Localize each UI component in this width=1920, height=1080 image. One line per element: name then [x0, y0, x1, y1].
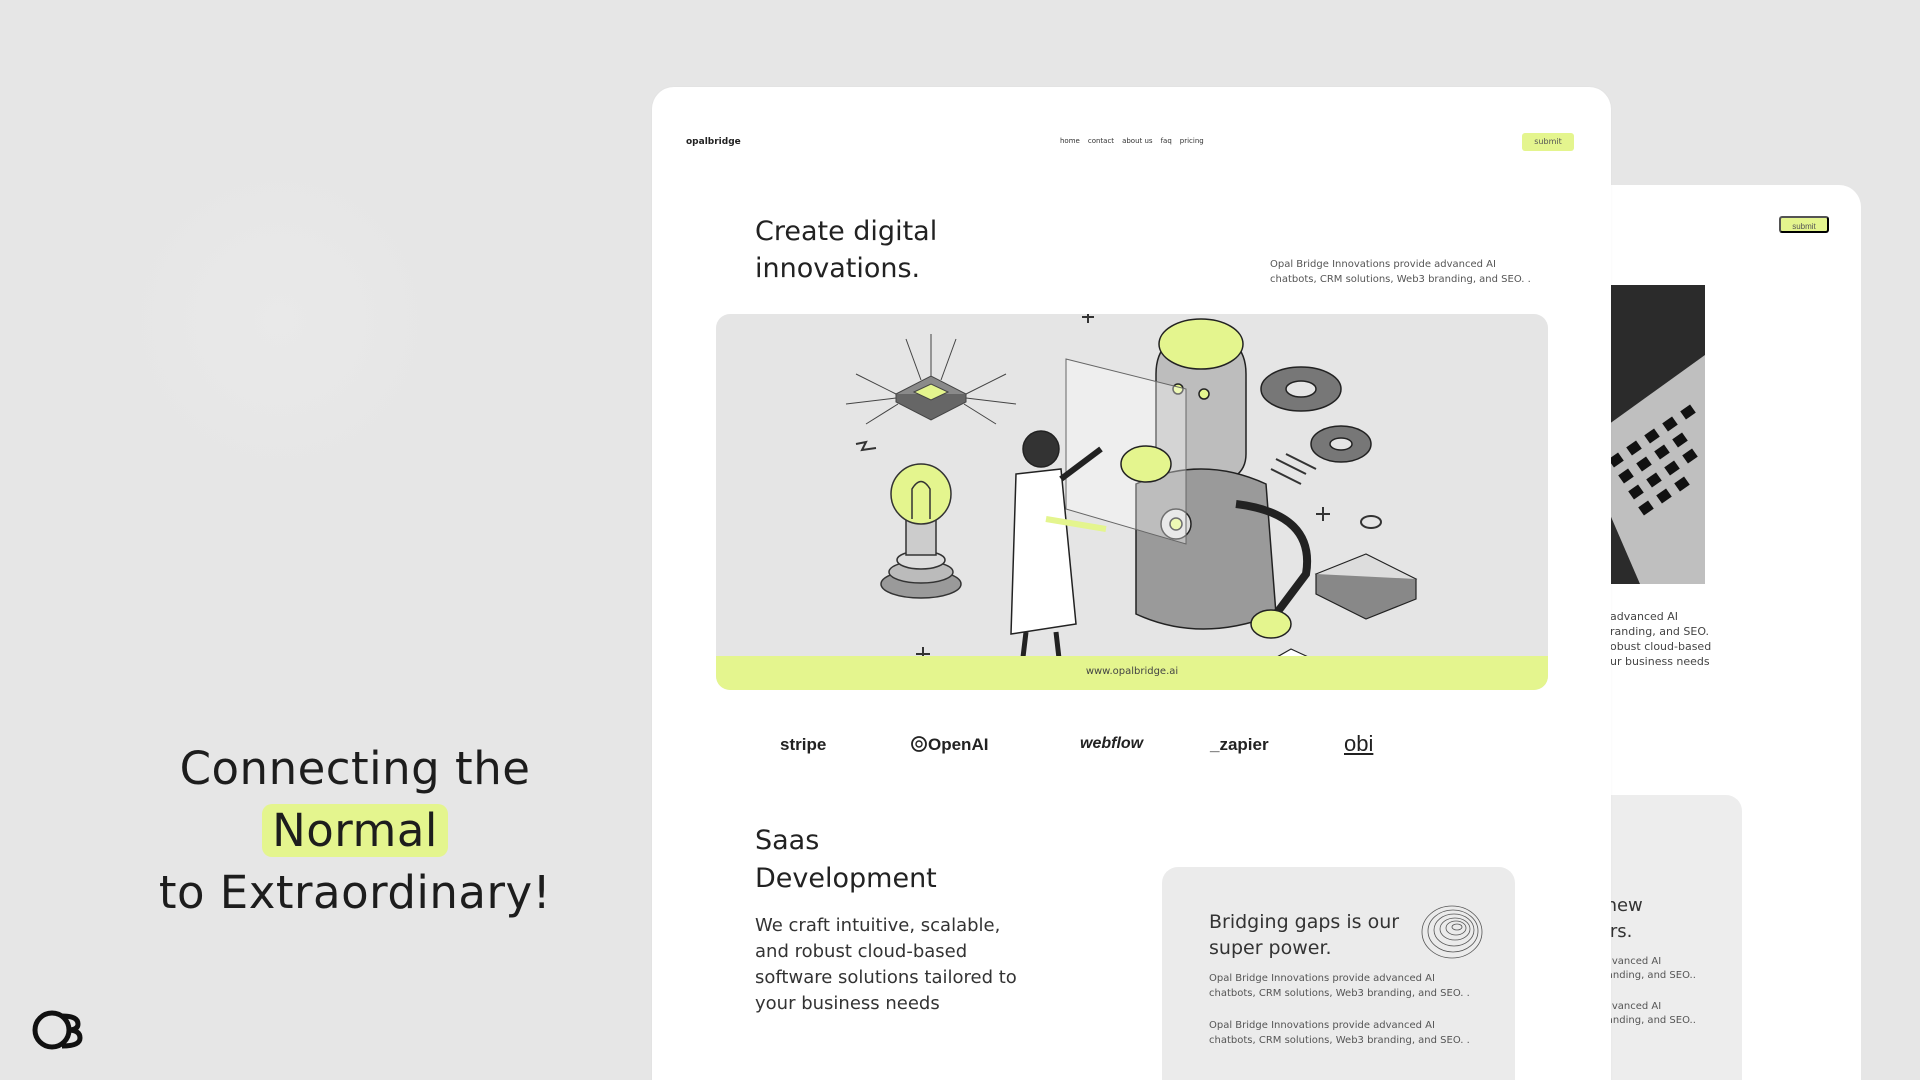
top-nav: home contact about us faq pricing [1060, 137, 1204, 145]
openai-logo: OpenAI [910, 735, 988, 755]
feature-card: Bridging gaps is our super power. Opal B… [1162, 867, 1515, 1080]
hero-illustration: www.opalbridge.ai [716, 314, 1548, 690]
openai-logo-text: OpenAI [928, 735, 989, 754]
nav-about-us[interactable]: about us [1122, 137, 1153, 145]
tagline-highlight: Normal [262, 804, 448, 857]
tagline: Connecting the Normal to Extraordinary! [100, 738, 610, 924]
nav-faq[interactable]: faq [1161, 137, 1172, 145]
submit-button[interactable]: submit [1522, 133, 1574, 151]
webflow-logo: webflow [1080, 735, 1144, 752]
feature-text-2: Opal Bridge Innovations provide advanced… [1209, 1020, 1470, 1046]
ai-chip-icon [845, 334, 1017, 425]
main-page-preview: opalbridge home contact about us faq pri… [652, 87, 1611, 1080]
tagline-end: to Extraordinary! [158, 866, 552, 919]
partner-logos: stripe OpenAI webflow _zapier obi [780, 731, 1500, 765]
hero-url[interactable]: www.opalbridge.ai [716, 666, 1548, 677]
swirl-icon [1421, 905, 1483, 959]
tagline-start: Connecting the [179, 742, 531, 795]
site-logo[interactable]: opalbridge [686, 137, 741, 147]
feature-title: Bridging gaps is our super power. [1209, 911, 1400, 959]
nav-home[interactable]: home [1060, 137, 1080, 145]
openai-icon [911, 736, 927, 752]
back-submit-button[interactable]: submit [1779, 216, 1829, 233]
nav-pricing[interactable]: pricing [1180, 137, 1204, 145]
opalbridge-logo-icon [32, 1010, 83, 1050]
stripe-logo: stripe [780, 735, 827, 754]
hero-description: Opal Bridge Innovations provide advanced… [1270, 259, 1531, 285]
back-description: advanced AI randing, and SEO. obust clou… [1610, 610, 1712, 668]
feature-text-1: Opal Bridge Innovations provide advanced… [1209, 973, 1470, 999]
zapier-logo: _zapier [1210, 735, 1269, 754]
obi-logo: obi [1344, 731, 1374, 756]
lightbulb-icon [880, 463, 962, 599]
hero-title: Create digital innovations. [755, 216, 938, 284]
section-description: We craft intuitive, scalable, and robust… [755, 915, 1017, 1014]
gear-icon [1260, 366, 1372, 463]
nav-contact[interactable]: contact [1088, 137, 1114, 145]
section-title: Saas Development [755, 825, 937, 894]
background-blob [110, 150, 450, 490]
